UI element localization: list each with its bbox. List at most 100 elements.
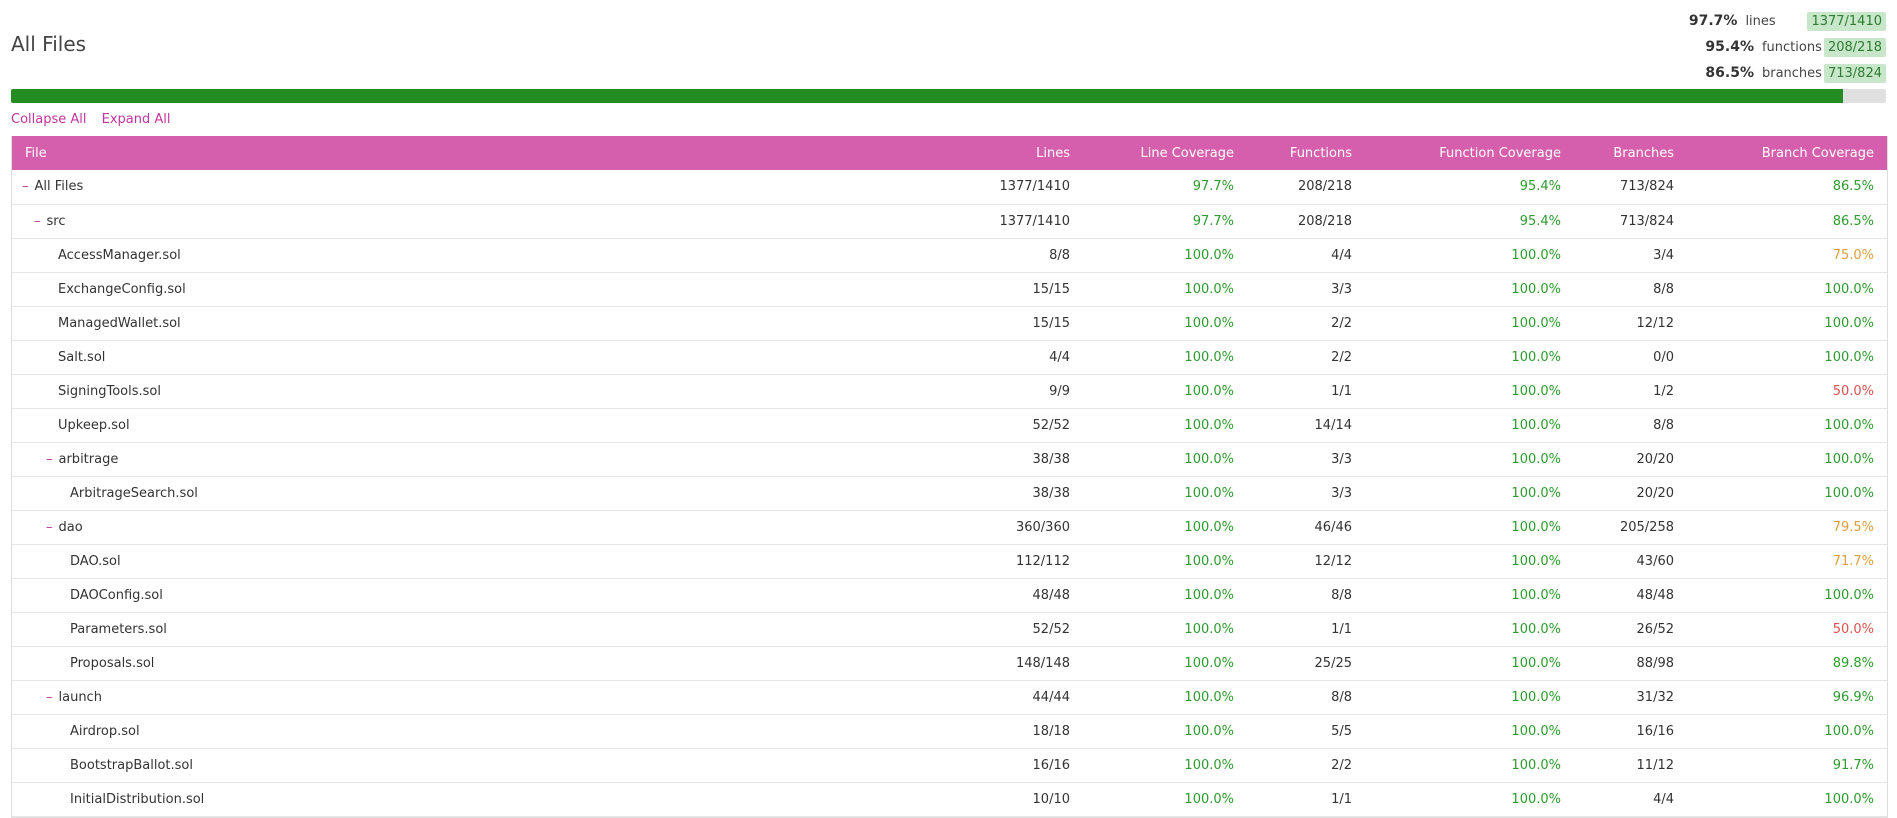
table-row[interactable]: – launch 44/44 100.0% 8/8 100.0% 31/32 96.9% <box>12 680 1887 714</box>
column-header-functions[interactable]: Functions <box>1247 136 1365 170</box>
line-coverage-cell: 97.7% <box>1192 179 1234 195</box>
table-row[interactable]: – src 1377/1410 97.7% 208/218 95.4% 713/824 86.… <box>12 204 1887 238</box>
file-name[interactable]: arbitrage <box>59 452 119 467</box>
lines-cell: 8/8 <box>1049 247 1070 263</box>
file-cell: Upkeep.sol <box>12 408 812 442</box>
file-name[interactable]: src <box>47 214 66 229</box>
function-coverage-cell: 100.0% <box>1511 621 1561 637</box>
lines-cell: 148/148 <box>1015 655 1070 671</box>
file-name[interactable]: Salt.sol <box>58 350 105 365</box>
lines-cell: 38/38 <box>1032 451 1070 467</box>
column-header-lines[interactable]: Lines <box>812 136 1083 170</box>
table-row[interactable]: ExchangeConfig.sol 15/15 100.0% 3/3 100.0% 8/… <box>12 272 1887 306</box>
file-name[interactable]: ExchangeConfig.sol <box>58 282 186 297</box>
functions-cell: 2/2 <box>1331 315 1352 331</box>
file-cell: Parameters.sol <box>12 612 812 646</box>
column-header-line-coverage[interactable]: Line Coverage <box>1083 136 1247 170</box>
functions-cell: 4/4 <box>1331 247 1352 263</box>
function-coverage-cell: 100.0% <box>1511 519 1561 535</box>
table-row[interactable]: – All Files 1377/1410 97.7% 208/218 95.4% 713/… <box>12 170 1887 204</box>
column-header-file[interactable]: File <box>12 136 812 170</box>
functions-cell: 208/218 <box>1297 179 1352 195</box>
file-name[interactable]: SigningTools.sol <box>58 384 161 399</box>
line-coverage-cell: 100.0% <box>1184 655 1234 671</box>
branch-coverage-cell: 100.0% <box>1824 417 1874 433</box>
file-name[interactable]: DAOConfig.sol <box>70 588 163 603</box>
branch-coverage-cell: 71.7% <box>1832 553 1874 569</box>
branches-cell: 713/824 <box>1619 179 1674 195</box>
table-row[interactable]: Salt.sol 4/4 100.0% 2/2 100.0% 0/0 100.0% <box>12 340 1887 374</box>
table-row[interactable]: Airdrop.sol 18/18 100.0% 5/5 100.0% 16/16 100.… <box>12 714 1887 748</box>
lines-cell: 15/15 <box>1032 315 1070 331</box>
function-coverage-cell: 100.0% <box>1511 553 1561 569</box>
file-cell: – dao <box>12 510 812 544</box>
collapse-all-link[interactable]: Collapse All <box>11 112 87 127</box>
summary-pct: 86.5% <box>1705 65 1754 81</box>
branch-coverage-cell: 100.0% <box>1824 791 1874 807</box>
branch-coverage-cell: 91.7% <box>1832 757 1874 773</box>
line-coverage-cell: 100.0% <box>1184 349 1234 365</box>
collapse-toggle-icon[interactable]: – <box>34 214 41 229</box>
coverage-summary: 97.7% lines 1377/1410 95.4% functions 20… <box>1689 8 1886 86</box>
file-name[interactable]: Proposals.sol <box>70 656 154 671</box>
file-name[interactable]: All Files <box>35 179 84 194</box>
lines-cell: 44/44 <box>1032 689 1070 705</box>
function-coverage-cell: 100.0% <box>1511 247 1561 263</box>
column-header-branches[interactable]: Branches <box>1574 136 1687 170</box>
table-row[interactable]: Upkeep.sol 52/52 100.0% 14/14 100.0% 8/8 100.0… <box>12 408 1887 442</box>
branches-cell: 16/16 <box>1636 723 1674 739</box>
collapse-toggle-icon[interactable]: – <box>46 452 53 467</box>
file-cell: ManagedWallet.sol <box>12 306 812 340</box>
table-row[interactable]: – dao 360/360 100.0% 46/46 100.0% 205/258 79.5% <box>12 510 1887 544</box>
table-row[interactable]: – arbitrage 38/38 100.0% 3/3 100.0% 20/20 100.0… <box>12 442 1887 476</box>
lines-cell: 15/15 <box>1032 281 1070 297</box>
lines-cell: 18/18 <box>1032 723 1070 739</box>
file-name[interactable]: Parameters.sol <box>70 622 167 637</box>
file-cell: – All Files <box>12 170 812 204</box>
file-name[interactable]: InitialDistribution.sol <box>70 792 204 807</box>
lines-cell: 112/112 <box>1015 553 1070 569</box>
lines-cell: 52/52 <box>1032 621 1070 637</box>
column-header-branch-coverage[interactable]: Branch Coverage <box>1687 136 1887 170</box>
file-cell: BootstrapBallot.sol <box>12 748 812 782</box>
functions-cell: 14/14 <box>1314 417 1352 433</box>
lines-cell: 1377/1410 <box>999 213 1070 229</box>
file-cell: – launch <box>12 680 812 714</box>
table-row[interactable]: ManagedWallet.sol 15/15 100.0% 2/2 100.0% 12/… <box>12 306 1887 340</box>
file-name[interactable]: launch <box>59 690 102 705</box>
table-row[interactable]: SigningTools.sol 9/9 100.0% 1/1 100.0% 1/2 50.… <box>12 374 1887 408</box>
file-name[interactable]: Airdrop.sol <box>70 724 140 739</box>
summary-functions: 95.4% functions 208/218 <box>1689 34 1886 60</box>
functions-cell: 3/3 <box>1331 485 1352 501</box>
file-name[interactable]: ManagedWallet.sol <box>58 316 181 331</box>
collapse-toggle-icon[interactable]: – <box>46 520 53 535</box>
branch-coverage-cell: 100.0% <box>1824 723 1874 739</box>
table-row[interactable]: BootstrapBallot.sol 16/16 100.0% 2/2 100.0% 1… <box>12 748 1887 782</box>
column-header-function-coverage[interactable]: Function Coverage <box>1365 136 1574 170</box>
table-row[interactable]: DAOConfig.sol 48/48 100.0% 8/8 100.0% 48/48 10… <box>12 578 1887 612</box>
expand-all-link[interactable]: Expand All <box>102 112 171 127</box>
file-name[interactable]: dao <box>59 520 83 535</box>
table-row[interactable]: InitialDistribution.sol 10/10 100.0% 1/1 100… <box>12 782 1887 816</box>
lines-cell: 1377/1410 <box>999 179 1070 195</box>
collapse-toggle-icon[interactable]: – <box>46 690 53 705</box>
collapse-toggle-icon[interactable]: – <box>22 179 29 194</box>
table-row[interactable]: DAO.sol 112/112 100.0% 12/12 100.0% 43/60 71.7… <box>12 544 1887 578</box>
line-coverage-cell: 100.0% <box>1184 417 1234 433</box>
file-name[interactable]: ArbitrageSearch.sol <box>70 486 198 501</box>
file-name[interactable]: BootstrapBallot.sol <box>70 758 193 773</box>
function-coverage-cell: 100.0% <box>1511 655 1561 671</box>
table-row[interactable]: Parameters.sol 52/52 100.0% 1/1 100.0% 26/52 5… <box>12 612 1887 646</box>
file-name[interactable]: AccessManager.sol <box>58 248 181 263</box>
line-coverage-cell: 100.0% <box>1184 689 1234 705</box>
table-row[interactable]: ArbitrageSearch.sol 38/38 100.0% 3/3 100.0% 2… <box>12 476 1887 510</box>
table-row[interactable]: AccessManager.sol 8/8 100.0% 4/4 100.0% 3/4 75… <box>12 238 1887 272</box>
file-name[interactable]: DAO.sol <box>70 554 121 569</box>
functions-cell: 2/2 <box>1331 349 1352 365</box>
table-row[interactable]: Proposals.sol 148/148 100.0% 25/25 100.0% 88/… <box>12 646 1887 680</box>
coverage-report-page: All Files 97.7% lines 1377/1410 95.4% fu… <box>0 0 1897 818</box>
branch-coverage-cell: 50.0% <box>1832 383 1874 399</box>
file-name[interactable]: Upkeep.sol <box>58 418 130 433</box>
function-coverage-cell: 100.0% <box>1511 587 1561 603</box>
function-coverage-cell: 100.0% <box>1511 757 1561 773</box>
